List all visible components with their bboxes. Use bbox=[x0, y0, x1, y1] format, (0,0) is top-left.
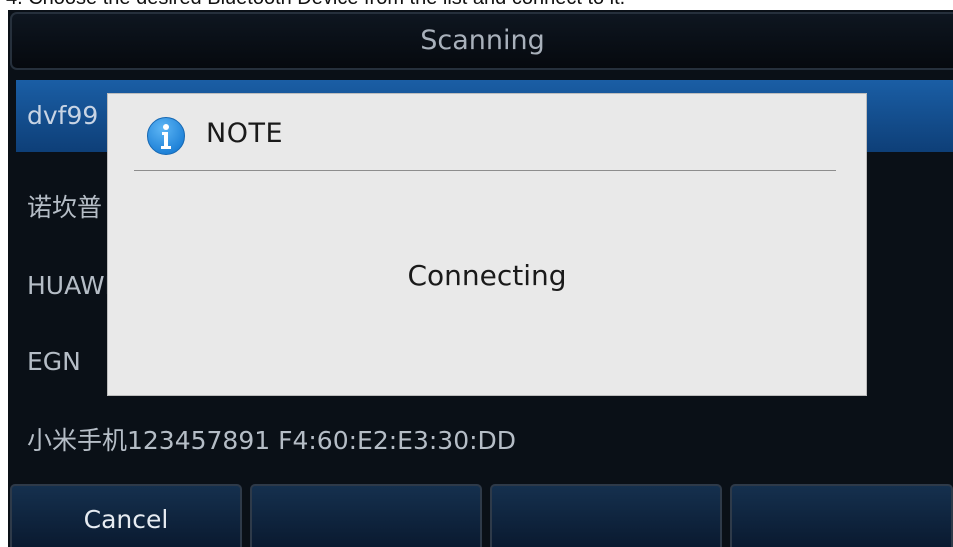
dialog-title: NOTE bbox=[206, 118, 284, 149]
device-name: EGN bbox=[27, 347, 81, 376]
softkey-3[interactable] bbox=[490, 484, 722, 547]
title-bar: Scanning bbox=[10, 12, 953, 70]
dialog-message: Connecting bbox=[407, 259, 567, 292]
device-name: dvf99 bbox=[27, 101, 99, 130]
list-item-device[interactable]: 小米手机123457891 F4:60:E2:E3:30:DD bbox=[16, 405, 953, 477]
cancel-button[interactable]: Cancel bbox=[10, 484, 242, 547]
info-icon bbox=[147, 117, 185, 155]
page-title: Scanning bbox=[420, 25, 545, 56]
softkey-2[interactable] bbox=[250, 484, 482, 547]
softkey-bar: Cancel bbox=[8, 484, 953, 547]
device-name: 小米手机123457891 F4:60:E2:E3:30:DD bbox=[27, 426, 517, 455]
instruction-text: 4. Choose the desired Bluetooth Device f… bbox=[0, 0, 953, 9]
note-dialog: NOTE Connecting bbox=[107, 93, 867, 396]
device-name: 诺坎普 bbox=[27, 193, 103, 222]
softkey-4[interactable] bbox=[730, 484, 953, 547]
dialog-header: NOTE bbox=[134, 94, 836, 171]
